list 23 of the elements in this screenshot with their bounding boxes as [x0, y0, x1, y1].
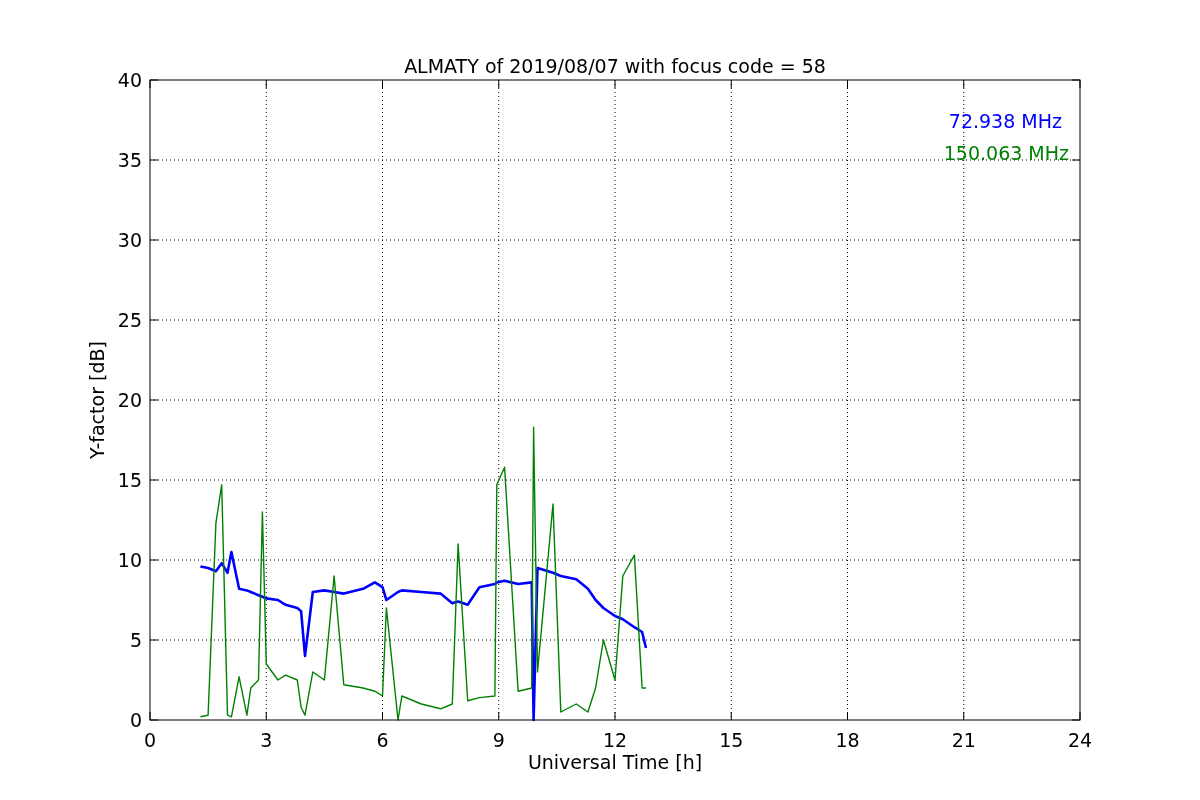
x-tick-label: 15 [719, 729, 744, 751]
y-tick-label: 10 [117, 549, 142, 571]
x-tick-label: 18 [835, 729, 860, 751]
legend-label: 72.938 MHz [948, 110, 1062, 132]
y-tick-label: 15 [117, 469, 142, 491]
y-tick-label: 35 [117, 149, 142, 171]
y-tick-label: 0 [129, 709, 142, 731]
x-tick-label: 6 [376, 729, 389, 751]
x-tick-label: 9 [492, 729, 505, 751]
y-tick-label: 20 [117, 389, 142, 411]
chart-title: ALMATY of 2019/08/07 with focus code = 58 [404, 55, 826, 77]
x-tick-label: 0 [143, 729, 157, 751]
legend-label: 150.063 MHz [943, 142, 1069, 164]
x-tick-label: 24 [1067, 729, 1093, 751]
y-tick-label: 30 [117, 229, 142, 251]
y-tick-label: 25 [117, 309, 142, 331]
x-tick-label: 3 [260, 729, 273, 751]
x-axis-title: Universal Time [h] [527, 751, 703, 773]
y-axis-title: Y-factor [dB] [86, 341, 108, 459]
y-tick-label: 40 [117, 69, 142, 91]
y-tick-label: 5 [129, 629, 142, 651]
x-tick-label: 21 [951, 729, 976, 751]
x-tick-label: 12 [602, 729, 628, 751]
